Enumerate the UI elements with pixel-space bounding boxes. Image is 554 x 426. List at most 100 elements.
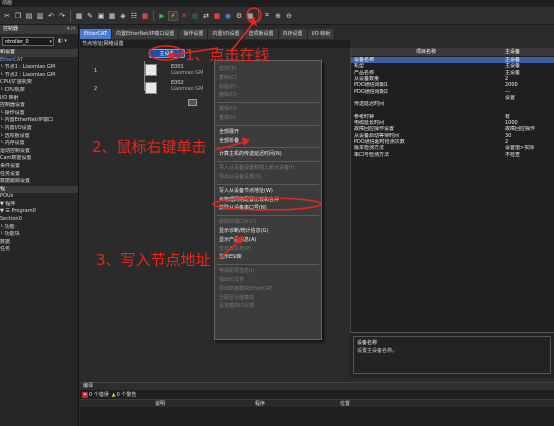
context-menu-item[interactable]: 导入从设备设置和插入新从设备(I)	[215, 164, 321, 173]
tree-item[interactable]: └ 选项板设置	[0, 133, 78, 141]
tree-item[interactable]: Cam数据设置	[0, 155, 78, 163]
context-menu-item[interactable]: 与物理网络配置比较和合并	[215, 196, 321, 205]
property-row[interactable]: 设置	[351, 95, 554, 101]
property-value[interactable]: 有	[501, 114, 554, 120]
context-menu-item[interactable]: 电缆配置信息(I)	[215, 267, 321, 276]
find-icon[interactable]: ▦	[74, 11, 84, 21]
offline-icon[interactable]: ✕	[179, 11, 189, 21]
tree-item[interactable]: EtherCAT	[0, 57, 78, 65]
property-row[interactable]: PDO通信超时检测次数 2	[351, 139, 554, 145]
context-menu-item[interactable]: 显示其信息(P)	[215, 245, 321, 254]
property-row[interactable]: 产品名称 主设备	[351, 70, 554, 76]
tree-item[interactable]: 运动控制设置	[0, 148, 78, 156]
tree-item[interactable]: ▼ 程序	[0, 201, 78, 209]
tree-item[interactable]: 数据	[0, 239, 78, 247]
property-row[interactable]: 传送延迟时间	[351, 101, 554, 107]
tree-item[interactable]: 事件设置	[0, 163, 78, 171]
context-menu-item[interactable]: 设定模块IO设置	[215, 302, 321, 311]
setting-icon[interactable]: ⚙	[234, 11, 244, 21]
build-icon[interactable]: ✎	[85, 11, 95, 21]
rebuild-icon[interactable]: ■	[140, 11, 150, 21]
context-menu-item[interactable]: 导出从设备设置(X)	[215, 173, 321, 182]
tree-item[interactable]: └ 功能块	[0, 231, 78, 239]
tree-item[interactable]: └ 内置EtherNet/IP端口	[0, 117, 78, 125]
monitor-icon[interactable]: ◉	[223, 11, 233, 21]
context-menu-item[interactable]: 粘贴(P)	[215, 83, 321, 92]
stop-icon[interactable]: ■	[212, 11, 222, 21]
tree-item[interactable]: 任务	[0, 246, 78, 254]
tree-item[interactable]: 数据跟踪设置	[0, 178, 78, 186]
context-menu-item[interactable]: 分配至功能模块	[215, 294, 321, 303]
property-value[interactable]: 主设备	[501, 70, 554, 76]
context-menu-item[interactable]: 输出IO文件	[215, 276, 321, 285]
compile-icon[interactable]: ◈	[118, 11, 128, 21]
context-menu-item[interactable]: 全部展开	[215, 128, 321, 137]
property-row[interactable]: 从设备数量 2	[351, 76, 554, 82]
slave-device-label[interactable]: E002 Liaomiao GM	[171, 80, 203, 92]
delete-icon[interactable]: ▥	[35, 11, 45, 21]
context-menu-item[interactable]: 复制(C)	[215, 74, 321, 83]
paste-icon[interactable]: ▤	[24, 11, 34, 21]
column-program[interactable]: 程序	[220, 400, 300, 407]
tree-item[interactable]: └ 操作设置	[0, 110, 78, 118]
property-value[interactable]: 2	[501, 76, 554, 82]
editor-tab[interactable]: 操作设置	[179, 29, 209, 39]
property-value[interactable]: 设置值>实际	[501, 145, 554, 151]
tree-item[interactable]: 控制器设置	[0, 102, 78, 110]
pin-icon[interactable]: ▾ ⊓	[67, 25, 75, 34]
property-value[interactable]: —	[501, 89, 554, 95]
tree-item[interactable]: I/O 映射	[0, 95, 78, 103]
chevron-down-icon[interactable]: ▾	[49, 38, 52, 46]
warning-filter[interactable]: ▲ 0 个警告	[112, 391, 137, 399]
context-menu-item[interactable]: 计算主机的传送延迟时间(N)	[215, 150, 321, 159]
editor-tab[interactable]: 内存设置	[278, 29, 308, 39]
table-icon[interactable]: ▦	[107, 11, 117, 21]
context-menu-item[interactable]: 导出所有模块EtherCAT	[215, 285, 321, 294]
column-description[interactable]: 说明	[100, 400, 220, 407]
frame-icon[interactable]: ⌗	[262, 11, 272, 21]
property-value[interactable]: 不检查	[501, 152, 554, 158]
property-value[interactable]: 主设备	[501, 63, 554, 69]
tree-item[interactable]: 和设置	[0, 49, 78, 57]
property-row[interactable]: 从设备启动等待时间 30	[351, 133, 554, 139]
tree-item[interactable]: └ 内置I/O设置	[0, 125, 78, 133]
property-row[interactable]: 电缆延长时间 1000	[351, 120, 554, 126]
property-row[interactable]: 设备名称 主设备	[351, 57, 554, 64]
context-menu-item[interactable]: 撤销(U)	[215, 105, 321, 114]
property-value[interactable]	[501, 107, 554, 113]
property-row[interactable]: 故障回应操作设置 故障回应操作	[351, 126, 554, 132]
cut-icon[interactable]: ✂	[2, 11, 12, 21]
slave-device-icon[interactable]	[145, 64, 157, 76]
property-value[interactable]: 故障回应操作	[501, 126, 554, 132]
copy-icon[interactable]: ❐	[13, 11, 23, 21]
context-menu-item[interactable]: 显示ESI库	[215, 253, 321, 262]
property-row[interactable]: 机型 主设备	[351, 63, 554, 69]
tree-item[interactable]: CPU/扩展机架	[0, 79, 78, 87]
property-value[interactable]: 主设备	[501, 57, 554, 64]
redo-icon[interactable]: ↷	[57, 11, 67, 21]
property-value[interactable]: 2	[501, 139, 554, 145]
property-row[interactable]: PDO通信周期1 2000	[351, 82, 554, 88]
context-menu-item[interactable]: 写入从设备节点地址(W)	[215, 187, 321, 196]
zoom-out-icon[interactable]: ⊖	[284, 11, 294, 21]
property-value[interactable]	[501, 101, 554, 107]
property-row[interactable]: PDO通信周期2 —	[351, 89, 554, 95]
undo-icon[interactable]: ↶	[46, 11, 56, 21]
tree-item[interactable]: └ CPU机架	[0, 87, 78, 95]
editor-tab[interactable]: 内置I/O设置	[208, 29, 245, 39]
editor-tab[interactable]: EtherCAT	[80, 29, 112, 39]
property-value[interactable]: 2000	[501, 82, 554, 88]
variable-icon[interactable]: ▣	[96, 11, 106, 21]
property-row[interactable]: 版本检测方法 设置值>实际	[351, 145, 554, 151]
context-menu-item[interactable]: 删除(D)	[215, 91, 321, 100]
tree-item[interactable]: 程	[0, 185, 78, 194]
tree-item[interactable]: Section0	[0, 216, 78, 224]
tree-item[interactable]: └ 节点2 : Liaomiao GM	[0, 72, 78, 80]
property-value[interactable]: 设置	[501, 95, 554, 101]
tree-item[interactable]: └ 内存设置	[0, 140, 78, 148]
master-device-icon[interactable]	[188, 99, 197, 106]
slave-device-icon[interactable]	[145, 82, 157, 94]
tree-item[interactable]: └ 节点1 : Liaomiao GM	[0, 64, 78, 72]
context-menu-item[interactable]: 重做(R)	[215, 114, 321, 123]
context-menu-item[interactable]: 获取终端口计(C)	[215, 218, 321, 227]
